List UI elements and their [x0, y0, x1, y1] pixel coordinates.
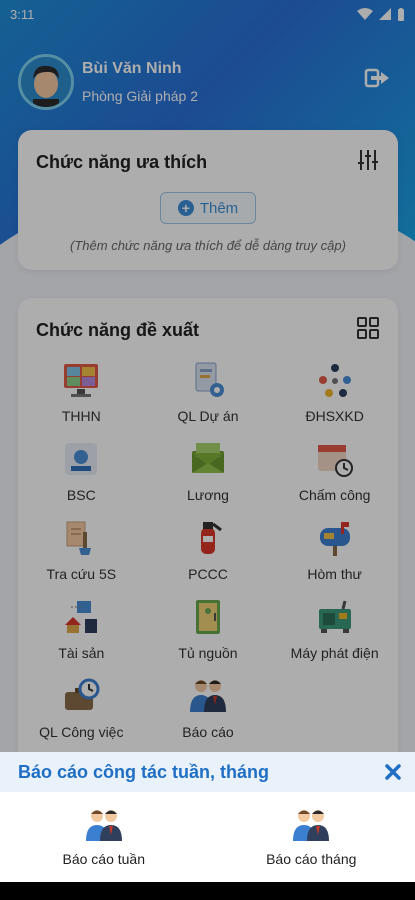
sheet-header: Báo cáo công tác tuần, tháng — [0, 752, 415, 792]
monthly-report-label: Báo cáo tháng — [266, 851, 357, 867]
sheet-options: Báo cáo tuần Báo cáo tháng — [0, 792, 415, 882]
weekly-report-label: Báo cáo tuần — [62, 851, 145, 867]
people-report-icon — [293, 810, 330, 841]
monthly-report-option[interactable]: Báo cáo tháng — [208, 792, 415, 882]
sheet-title: Báo cáo công tác tuần, tháng — [18, 761, 270, 782]
navigation-bar — [0, 882, 415, 900]
weekly-report-option[interactable]: Báo cáo tuần — [0, 792, 208, 882]
people-report-icon — [85, 810, 122, 841]
close-icon[interactable] — [383, 762, 403, 782]
home-screen: 3:11 Bùi Văn Ninh Phòng Giải pháp 2 Chức… — [0, 0, 415, 900]
report-sheet: Báo cáo công tác tuần, tháng Báo cáo tuầ… — [0, 752, 415, 882]
